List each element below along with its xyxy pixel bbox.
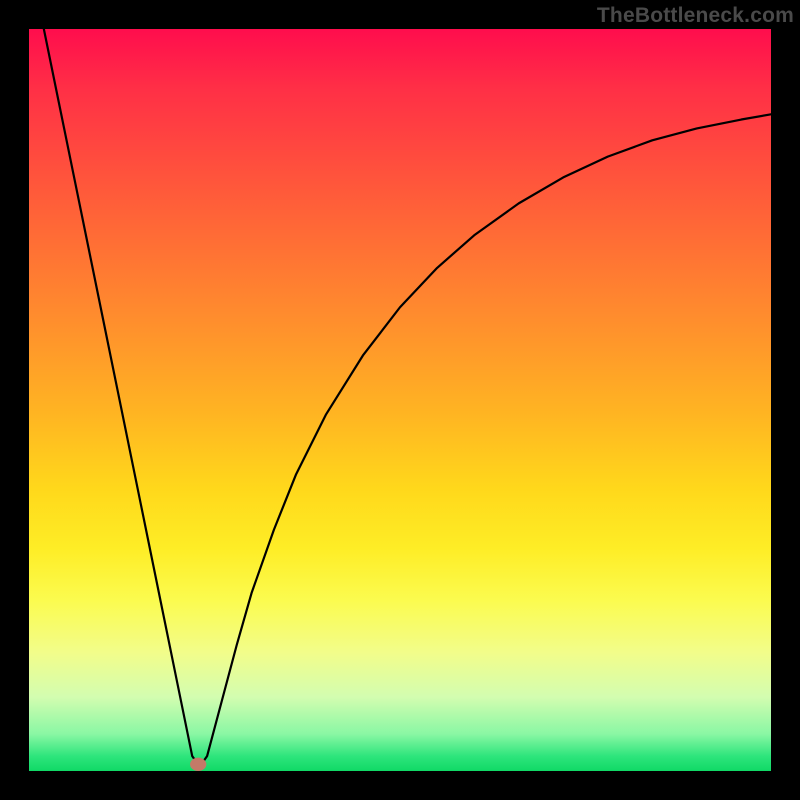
watermark-text: TheBottleneck.com [597, 4, 794, 28]
series-curve [44, 29, 771, 767]
plot-area [29, 29, 771, 771]
chart-frame: TheBottleneck.com [0, 0, 800, 800]
marker-min-point [190, 758, 206, 771]
plot-svg [29, 29, 771, 771]
